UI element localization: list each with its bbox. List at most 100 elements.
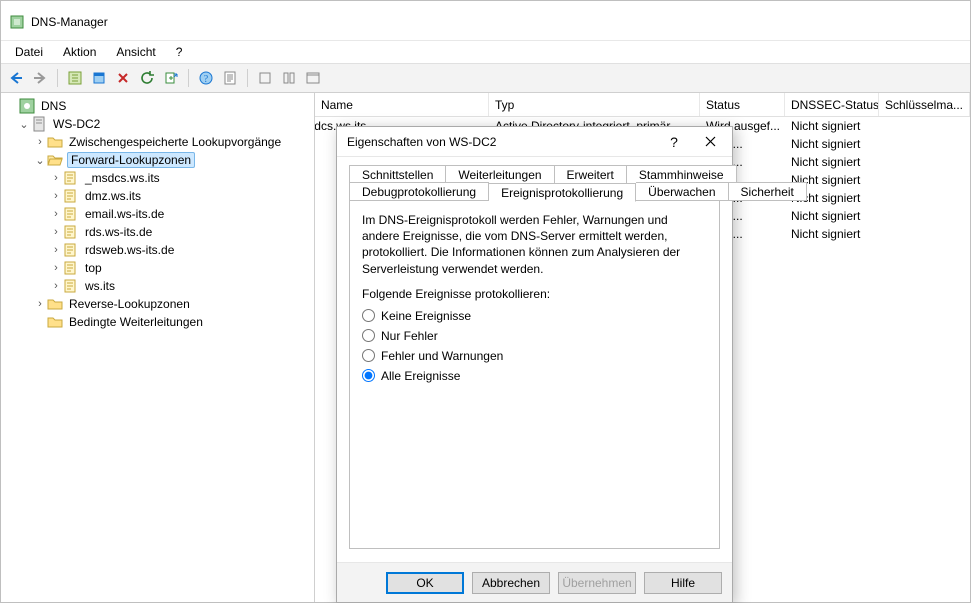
zone-icon (321, 154, 337, 170)
tree-conditional-fwd[interactable]: Bedingte Weiterleitungen (67, 314, 205, 330)
zone-icon (321, 190, 337, 206)
twisty-icon[interactable]: › (33, 136, 47, 148)
dns-root-icon (19, 98, 35, 114)
cancel-button[interactable]: Abbrechen (472, 572, 550, 594)
tree-zone-item[interactable]: ws.its (83, 278, 117, 294)
twisty-icon[interactable]: › (33, 298, 47, 310)
menu-help[interactable]: ? (168, 43, 191, 61)
tab--berwachen[interactable]: Überwachen (636, 182, 728, 201)
zone-icon (321, 136, 337, 152)
tree-cached[interactable]: Zwischengespeicherte Lookupvorgänge (67, 134, 283, 150)
twisty-icon[interactable]: ⌄ (33, 154, 47, 167)
col-dnssec[interactable]: DNSSEC-Status (785, 93, 879, 116)
folder-icon (47, 296, 63, 312)
apply-button: Übernehmen (558, 572, 636, 594)
zone-icon (63, 170, 79, 186)
folder-icon (47, 314, 63, 330)
app-window: DNS-Manager Datei Aktion Ansicht ? ? DNS… (0, 0, 971, 603)
tree-forward-zones[interactable]: Forward-Lookupzonen (67, 152, 195, 168)
tree-view[interactable]: DNS ⌄ WS-DC2 › Zwischengespeicherte Lookup… (1, 93, 315, 602)
tree-server[interactable]: WS-DC2 (51, 116, 102, 132)
tree-zone-item[interactable]: dmz.ws.its (83, 188, 143, 204)
menu-aktion[interactable]: Aktion (55, 43, 104, 61)
extra-button-3[interactable] (302, 67, 324, 89)
zone-icon (321, 208, 337, 224)
dialog-titlebar[interactable]: Eigenschaften von WS-DC2 ? (337, 127, 732, 157)
svg-text:?: ? (204, 74, 209, 85)
twisty-icon[interactable]: › (49, 226, 63, 238)
cell-dnssec: Nicht signiert (785, 227, 879, 241)
help-button[interactable]: Hilfe (644, 572, 722, 594)
radio-option[interactable]: Fehler und Warnungen (362, 347, 707, 365)
zone-icon (321, 172, 337, 188)
radio-group: Keine Ereignisse Nur Fehler Fehler und War… (362, 307, 707, 385)
zone-icon (63, 188, 79, 204)
cell-dnssec: Nicht signiert (785, 137, 879, 151)
delete-button[interactable] (112, 67, 134, 89)
forward-button[interactable] (29, 67, 51, 89)
cell-dnssec: Nicht signiert (785, 209, 879, 223)
twisty-icon[interactable]: › (49, 172, 63, 184)
tree-reverse-zones[interactable]: Reverse-Lookupzonen (67, 296, 192, 312)
folder-open-icon (47, 152, 63, 168)
twisty-icon[interactable]: › (49, 280, 63, 292)
col-typ[interactable]: Typ (489, 93, 700, 116)
tree-dns-root[interactable]: DNS (39, 98, 68, 114)
tab-ereignisprotokollierung[interactable]: Ereignisprotokollierung (489, 183, 636, 202)
dialog-close-button[interactable] (692, 128, 728, 156)
radio-option[interactable]: Alle Ereignisse (362, 367, 707, 385)
options-label: Folgende Ereignisse protokollieren: (362, 287, 707, 301)
dialog-body: SchnittstellenWeiterleitungenErweitertSt… (337, 157, 732, 562)
export-button[interactable] (160, 67, 182, 89)
radio-option[interactable]: Keine Ereignisse (362, 307, 707, 325)
tab-erweitert[interactable]: Erweitert (555, 165, 627, 184)
back-button[interactable] (5, 67, 27, 89)
tabs-row-1: SchnittstellenWeiterleitungenErweitertSt… (349, 165, 720, 183)
zone-icon (63, 278, 79, 294)
col-name[interactable]: Name (315, 93, 489, 116)
tree-zone-item[interactable]: email.ws-its.de (83, 206, 166, 222)
titlebar: DNS-Manager (1, 1, 970, 41)
server-icon (31, 116, 47, 132)
app-title: DNS-Manager (31, 15, 108, 29)
show-console-tree-button[interactable] (64, 67, 86, 89)
properties-dialog: Eigenschaften von WS-DC2 ? Schnittstelle… (336, 126, 733, 603)
refresh-button[interactable] (136, 67, 158, 89)
new-window-button[interactable] (88, 67, 110, 89)
help-button[interactable]: ? (195, 67, 217, 89)
twisty-icon[interactable]: › (49, 262, 63, 274)
radio-label: Alle Ereignisse (381, 369, 460, 383)
extra-button-2[interactable] (278, 67, 300, 89)
twisty-icon[interactable]: › (49, 244, 63, 256)
menu-datei[interactable]: Datei (7, 43, 51, 61)
tab-description: Im DNS-Ereignisprotokoll werden Fehler, … (362, 212, 707, 277)
tree-zone-item[interactable]: rdsweb.ws-its.de (83, 242, 176, 258)
tab-sicherheit[interactable]: Sicherheit (729, 182, 807, 201)
dialog-help-button[interactable]: ? (656, 128, 692, 156)
zone-icon: _msdcs.ws.its (321, 118, 337, 134)
tree-zone-item[interactable]: rds.ws-its.de (83, 224, 154, 240)
toolbar: ? (1, 63, 970, 93)
tab-content: Im DNS-Ereignisprotokoll werden Fehler, … (349, 200, 720, 549)
col-status[interactable]: Status (700, 93, 785, 116)
radio-label: Keine Ereignisse (381, 309, 471, 323)
tree-zone-item[interactable]: top (83, 260, 104, 276)
twisty-icon[interactable]: ⌄ (17, 118, 31, 131)
ok-button[interactable]: OK (386, 572, 464, 594)
tree-zone-item[interactable]: _msdcs.ws.its (83, 170, 162, 186)
tab-debugprotokollierung[interactable]: Debugprotokollierung (349, 182, 489, 201)
radio-label: Nur Fehler (381, 329, 438, 343)
twisty-icon[interactable]: › (49, 190, 63, 202)
menubar: Datei Aktion Ansicht ? (1, 41, 970, 63)
col-schluessel[interactable]: Schlüsselma... (879, 93, 970, 116)
app-icon (9, 14, 25, 30)
zone-icon (63, 242, 79, 258)
extra-button-1[interactable] (254, 67, 276, 89)
menu-ansicht[interactable]: Ansicht (108, 43, 163, 61)
dialog-title: Eigenschaften von WS-DC2 (347, 135, 496, 149)
properties-button[interactable] (219, 67, 241, 89)
zone-icon (63, 224, 79, 240)
cell-dnssec: Nicht signiert (785, 155, 879, 169)
twisty-icon[interactable]: › (49, 208, 63, 220)
radio-option[interactable]: Nur Fehler (362, 327, 707, 345)
